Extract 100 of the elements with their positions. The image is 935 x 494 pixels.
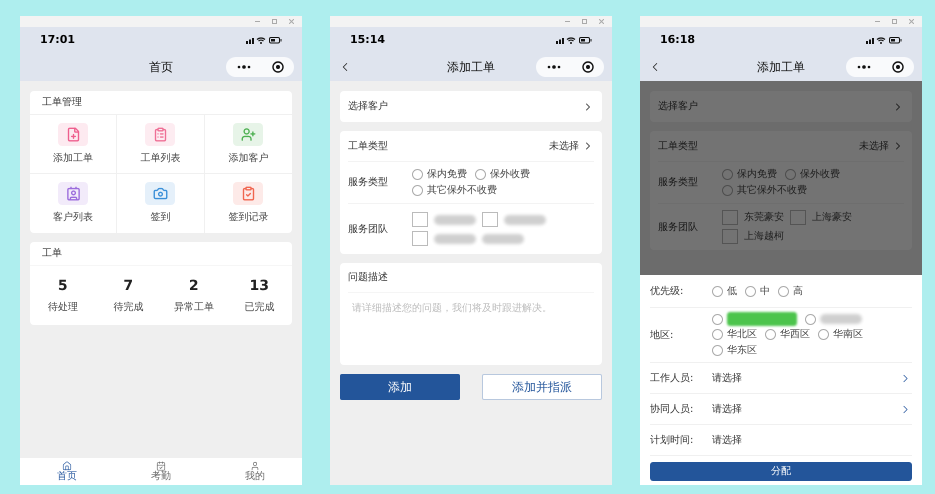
checkbox[interactable] [790, 210, 806, 225]
radio-button[interactable] [412, 185, 423, 196]
picker-row[interactable]: 计划时间: 请选择 [650, 425, 912, 456]
maximize-icon[interactable] [582, 19, 587, 24]
status-icons [866, 36, 902, 44]
field-label: 服务团队 [348, 222, 389, 236]
capsule-menu[interactable] [536, 57, 604, 77]
radio-label: 高 [793, 284, 803, 298]
radio-label: 华南区 [833, 328, 863, 342]
customer-row[interactable]: 选择客户 [340, 91, 602, 122]
tab-item[interactable]: 考勤 [114, 458, 208, 485]
radio-button[interactable] [778, 286, 789, 296]
radio-button[interactable] [785, 169, 796, 180]
radio-label: 保内免费 [737, 168, 777, 182]
status-time: 15:14 [350, 32, 386, 48]
status-time: 16:18 [660, 32, 696, 48]
blurred-text [482, 234, 524, 244]
checkbox-label: 上海越柯 [744, 230, 784, 244]
field-label: 服务团队 [658, 220, 699, 234]
stat-item[interactable]: 5 待处理 [30, 276, 96, 315]
radio-button[interactable] [712, 345, 723, 356]
radio-button[interactable] [765, 329, 776, 340]
field-label: 优先级: [650, 284, 684, 298]
page-title: 添加工单 [757, 59, 805, 76]
add-and-assign-button[interactable]: 添加并指派 [482, 374, 602, 400]
radio-label: 保外收费 [800, 168, 840, 182]
radio-button[interactable] [722, 185, 733, 196]
tab-item[interactable]: 我的 [208, 458, 302, 485]
customer-row[interactable]: 选择客户 [650, 91, 912, 122]
assign-button[interactable]: 分配 [650, 462, 912, 481]
checkbox[interactable] [482, 212, 498, 227]
checkbox[interactable] [412, 212, 428, 227]
stat-item[interactable]: 2 异常工单 [161, 276, 226, 315]
more-icon[interactable] [546, 65, 560, 69]
radio-label: 其它保外不收费 [427, 184, 497, 198]
maximize-icon[interactable] [272, 19, 277, 24]
status-icons [246, 36, 282, 44]
blurred-text [504, 214, 546, 224]
radio-label: 保内免费 [427, 168, 467, 182]
menu-tile[interactable]: 添加客户 [204, 115, 292, 174]
tab-item[interactable]: 首页 [20, 458, 114, 485]
field-label: 地区: [650, 328, 674, 342]
blurred-text [727, 312, 797, 326]
card-title: 工单管理 [30, 91, 292, 115]
checkbox-label: 东莞豪安 [744, 210, 784, 225]
menu-tile[interactable]: 添加工单 [30, 115, 118, 174]
menu-tile[interactable]: 签到记录 [204, 174, 292, 233]
radio-button[interactable] [712, 286, 723, 296]
record-icon[interactable] [582, 61, 594, 73]
radio-button[interactable] [412, 169, 423, 180]
close-icon[interactable] [599, 19, 604, 24]
radio-button[interactable] [712, 314, 723, 324]
maximize-icon[interactable] [892, 19, 897, 24]
blurred-text [434, 214, 476, 224]
radio-button[interactable] [712, 329, 723, 340]
radio-button[interactable] [805, 314, 816, 324]
calendar-icon [156, 460, 166, 470]
radio-label: 华东区 [727, 344, 757, 358]
user-icon [250, 460, 260, 470]
radio-label: 低 [727, 284, 737, 298]
capsule-menu[interactable] [846, 57, 914, 77]
blurred-text [820, 314, 862, 324]
picker-row[interactable]: 工作人员: 请选择 [650, 363, 912, 394]
order-type-picker[interactable]: 未选择 [859, 138, 904, 154]
radio-label: 中 [760, 284, 770, 298]
picker-row[interactable]: 协同人员: 请选择 [650, 394, 912, 425]
close-icon[interactable] [289, 19, 294, 24]
page-title: 添加工单 [447, 59, 495, 76]
radio-label: 其它保外不收费 [737, 184, 807, 198]
field-label: 服务类型 [658, 176, 699, 190]
checkbox[interactable] [722, 210, 738, 225]
page-title: 首页 [149, 59, 173, 76]
record-icon[interactable] [892, 61, 904, 73]
checkbox[interactable] [412, 231, 428, 246]
radio-button[interactable] [722, 169, 733, 180]
close-icon[interactable] [909, 19, 914, 24]
blurred-text [434, 234, 476, 244]
field-label: 服务类型 [348, 176, 389, 190]
status-icons [556, 36, 592, 44]
more-icon[interactable] [236, 65, 250, 69]
home-icon [62, 460, 72, 470]
stat-item[interactable]: 7 待完成 [96, 276, 161, 315]
radio-label: 华北区 [727, 328, 757, 342]
record-icon[interactable] [272, 61, 284, 73]
more-icon[interactable] [856, 65, 870, 69]
order-type-picker[interactable]: 未选择 [549, 138, 594, 154]
menu-tile[interactable]: 签到 [117, 174, 205, 233]
radio-button[interactable] [818, 329, 829, 340]
capsule-menu[interactable] [226, 57, 294, 77]
menu-tile[interactable]: 工单列表 [117, 115, 205, 174]
add-button[interactable]: 添加 [340, 374, 460, 400]
card-title: 工单 [30, 242, 292, 266]
checkbox[interactable] [722, 229, 738, 244]
stat-item[interactable]: 13 已完成 [226, 276, 292, 315]
field-label: 工单类型 [658, 140, 698, 154]
field-label: 工单类型 [348, 140, 388, 154]
radio-button[interactable] [475, 169, 486, 180]
menu-tile[interactable]: 客户列表 [30, 174, 118, 233]
radio-label: 华西区 [780, 328, 810, 342]
radio-button[interactable] [745, 286, 756, 296]
